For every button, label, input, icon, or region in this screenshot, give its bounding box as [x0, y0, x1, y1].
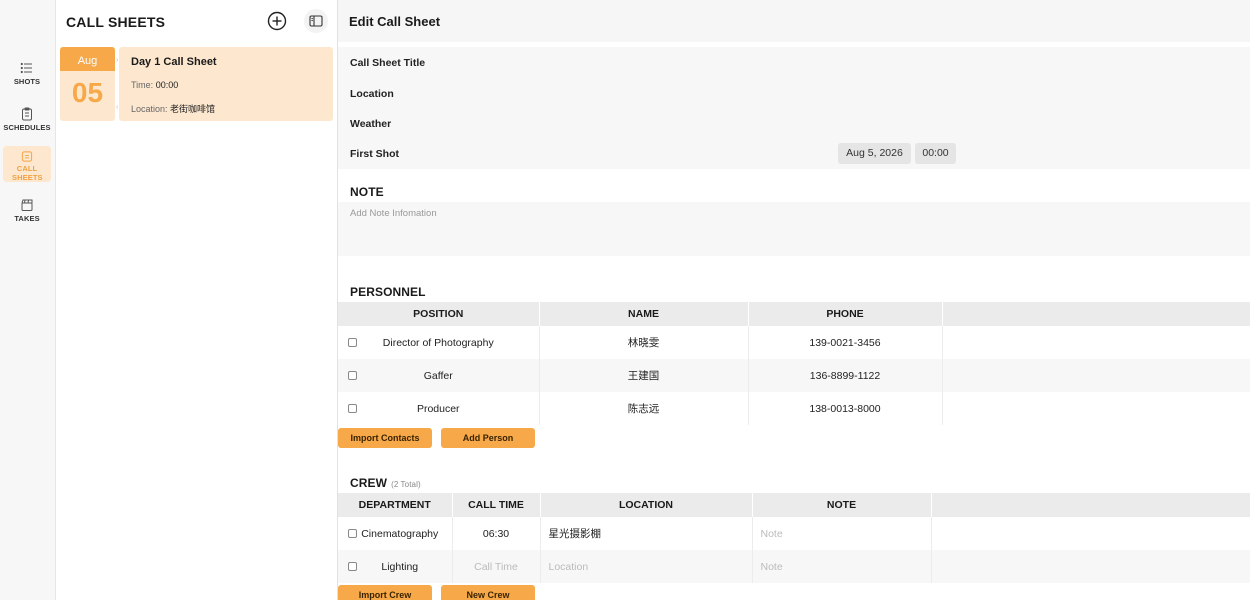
nav-takes-label: TAKES: [14, 214, 40, 223]
location-label: Location:: [131, 104, 168, 114]
call-sheet-editor: Edit Call Sheet Call Sheet Title Locatio…: [338, 0, 1250, 600]
position-column-header: POSITION: [338, 302, 540, 326]
add-person-button[interactable]: Add Person: [441, 428, 535, 448]
time-label: Time:: [131, 80, 154, 90]
empty-cell: [931, 550, 1250, 583]
sidebar-icon: [309, 15, 323, 27]
empty-cell: [942, 359, 1250, 392]
department-text: Lighting: [381, 560, 419, 573]
nav-call-sheets-label: CALL SHEETS: [12, 164, 43, 182]
note-input[interactable]: [338, 202, 1250, 256]
call-sheet-card-title: Day 1 Call Sheet: [131, 56, 217, 68]
nav-takes[interactable]: TAKES: [3, 194, 51, 232]
phone-cell: 139-0021-3456: [748, 326, 943, 359]
location-field[interactable]: Location: [350, 88, 394, 100]
name-cell: 陈志远: [539, 392, 749, 425]
row-checkbox[interactable]: [348, 404, 357, 413]
call-time-cell[interactable]: Call Time: [452, 550, 541, 583]
department-column-header: DEPARTMENT: [338, 493, 453, 517]
call-sheet-title-field[interactable]: Call Sheet Title: [350, 57, 425, 69]
position-text: Director of Photography: [382, 336, 494, 349]
empty-cell: [942, 392, 1250, 425]
name-cell: 林晓雯: [539, 326, 749, 359]
position-cell: Producer: [338, 392, 540, 425]
crew-heading: CREW (2 Total): [350, 476, 421, 490]
row-checkbox[interactable]: [348, 529, 357, 538]
department-cell: Cinematography: [338, 517, 453, 550]
nav-shots[interactable]: SHOTS: [3, 57, 51, 95]
note-cell[interactable]: Note: [752, 517, 932, 550]
note-column-header: NOTE: [752, 493, 932, 517]
location-value: 老街咖啡馆: [170, 104, 216, 114]
editor-header: Edit Call Sheet: [338, 0, 1250, 42]
list-title: CALL SHEETS: [66, 14, 166, 30]
nav-shots-label: SHOTS: [13, 77, 41, 86]
note-cell[interactable]: Note: [752, 550, 932, 583]
import-crew-button[interactable]: Import Crew: [338, 585, 432, 600]
crew-table: DEPARTMENT CALL TIME LOCATION NOTE Cinem…: [338, 493, 1250, 583]
call-time-cell[interactable]: 06:30: [452, 517, 541, 550]
row-checkbox[interactable]: [348, 338, 357, 347]
call-sheet-card-location: Location: 老街咖啡馆: [131, 102, 321, 115]
empty-column-header: [931, 493, 1250, 517]
phone-cell: 138-0013-8000: [748, 392, 943, 425]
position-cell: Gaffer: [338, 359, 540, 392]
table-row[interactable]: Cinematography 06:30 星光摄影棚 Note: [338, 517, 1250, 550]
position-cell: Director of Photography: [338, 326, 540, 359]
call-sheet-card[interactable]: Day 1 Call Sheet Time: 00:00 Location: 老…: [119, 47, 333, 121]
empty-column-header: [942, 302, 1250, 326]
empty-cell: [942, 326, 1250, 359]
call-time-column-header: CALL TIME: [452, 493, 541, 517]
new-crew-button[interactable]: New Crew: [441, 585, 535, 600]
location-cell[interactable]: Location: [540, 550, 753, 583]
table-row[interactable]: Lighting Call Time Location Note: [338, 550, 1250, 583]
clapperboard-icon: [21, 199, 33, 211]
editor-title: Edit Call Sheet: [349, 14, 441, 29]
location-cell[interactable]: 星光摄影棚: [540, 517, 753, 550]
nav-rail: SHOTS SCHEDULES CALL SHEETS TAKES: [0, 0, 56, 600]
personnel-table: POSITION NAME PHONE Director of Photogra…: [338, 302, 1250, 425]
time-value: 00:00: [155, 80, 179, 90]
crew-heading-text: CREW: [350, 476, 388, 490]
call-sheet-list-panel: CALL SHEETS Aug 05 › ‹ Day 1 Call Sheet …: [56, 0, 338, 600]
table-row[interactable]: Gaffer 王建国 136-8899-1122: [338, 359, 1250, 392]
name-cell: 王建国: [539, 359, 749, 392]
note-heading: NOTE: [350, 185, 384, 199]
row-checkbox[interactable]: [348, 371, 357, 380]
position-text: Producer: [416, 402, 460, 415]
nav-call-sheets[interactable]: CALL SHEETS: [3, 146, 51, 182]
department-text: Cinematography: [361, 527, 439, 540]
weather-field[interactable]: Weather: [350, 118, 391, 130]
call-sheet-icon: [21, 151, 33, 162]
call-sheet-date: Aug 05: [60, 47, 115, 121]
position-text: Gaffer: [423, 369, 453, 382]
add-call-sheet-icon[interactable]: [267, 11, 287, 31]
list-icon: [20, 62, 32, 74]
call-sheet-fields: [338, 47, 1250, 169]
location-column-header: LOCATION: [540, 493, 753, 517]
crew-count: (2 Total): [391, 480, 421, 489]
first-shot-date-picker[interactable]: Aug 5, 2026: [838, 143, 911, 164]
name-column-header: NAME: [539, 302, 749, 326]
import-contacts-button[interactable]: Import Contacts: [338, 428, 432, 448]
nav-schedules[interactable]: SCHEDULES: [3, 103, 51, 141]
phone-cell: 136-8899-1122: [748, 359, 943, 392]
phone-column-header: PHONE: [748, 302, 943, 326]
date-day: 05: [71, 77, 104, 108]
department-cell: Lighting: [338, 550, 453, 583]
row-checkbox[interactable]: [348, 562, 357, 571]
clipboard-icon: [22, 107, 32, 121]
toggle-sidebar-button[interactable]: [304, 9, 328, 33]
empty-cell: [931, 517, 1250, 550]
personnel-heading: PERSONNEL: [350, 285, 426, 299]
first-shot-field: First Shot: [350, 148, 399, 160]
call-sheet-card-time: Time: 00:00: [131, 80, 321, 90]
first-shot-time-picker[interactable]: 00:00: [915, 143, 956, 164]
nav-schedules-label: SCHEDULES: [3, 123, 51, 132]
table-row[interactable]: Producer 陈志远 138-0013-8000: [338, 392, 1250, 425]
date-month: Aug: [60, 47, 115, 71]
table-row[interactable]: Director of Photography 林晓雯 139-0021-345…: [338, 326, 1250, 359]
